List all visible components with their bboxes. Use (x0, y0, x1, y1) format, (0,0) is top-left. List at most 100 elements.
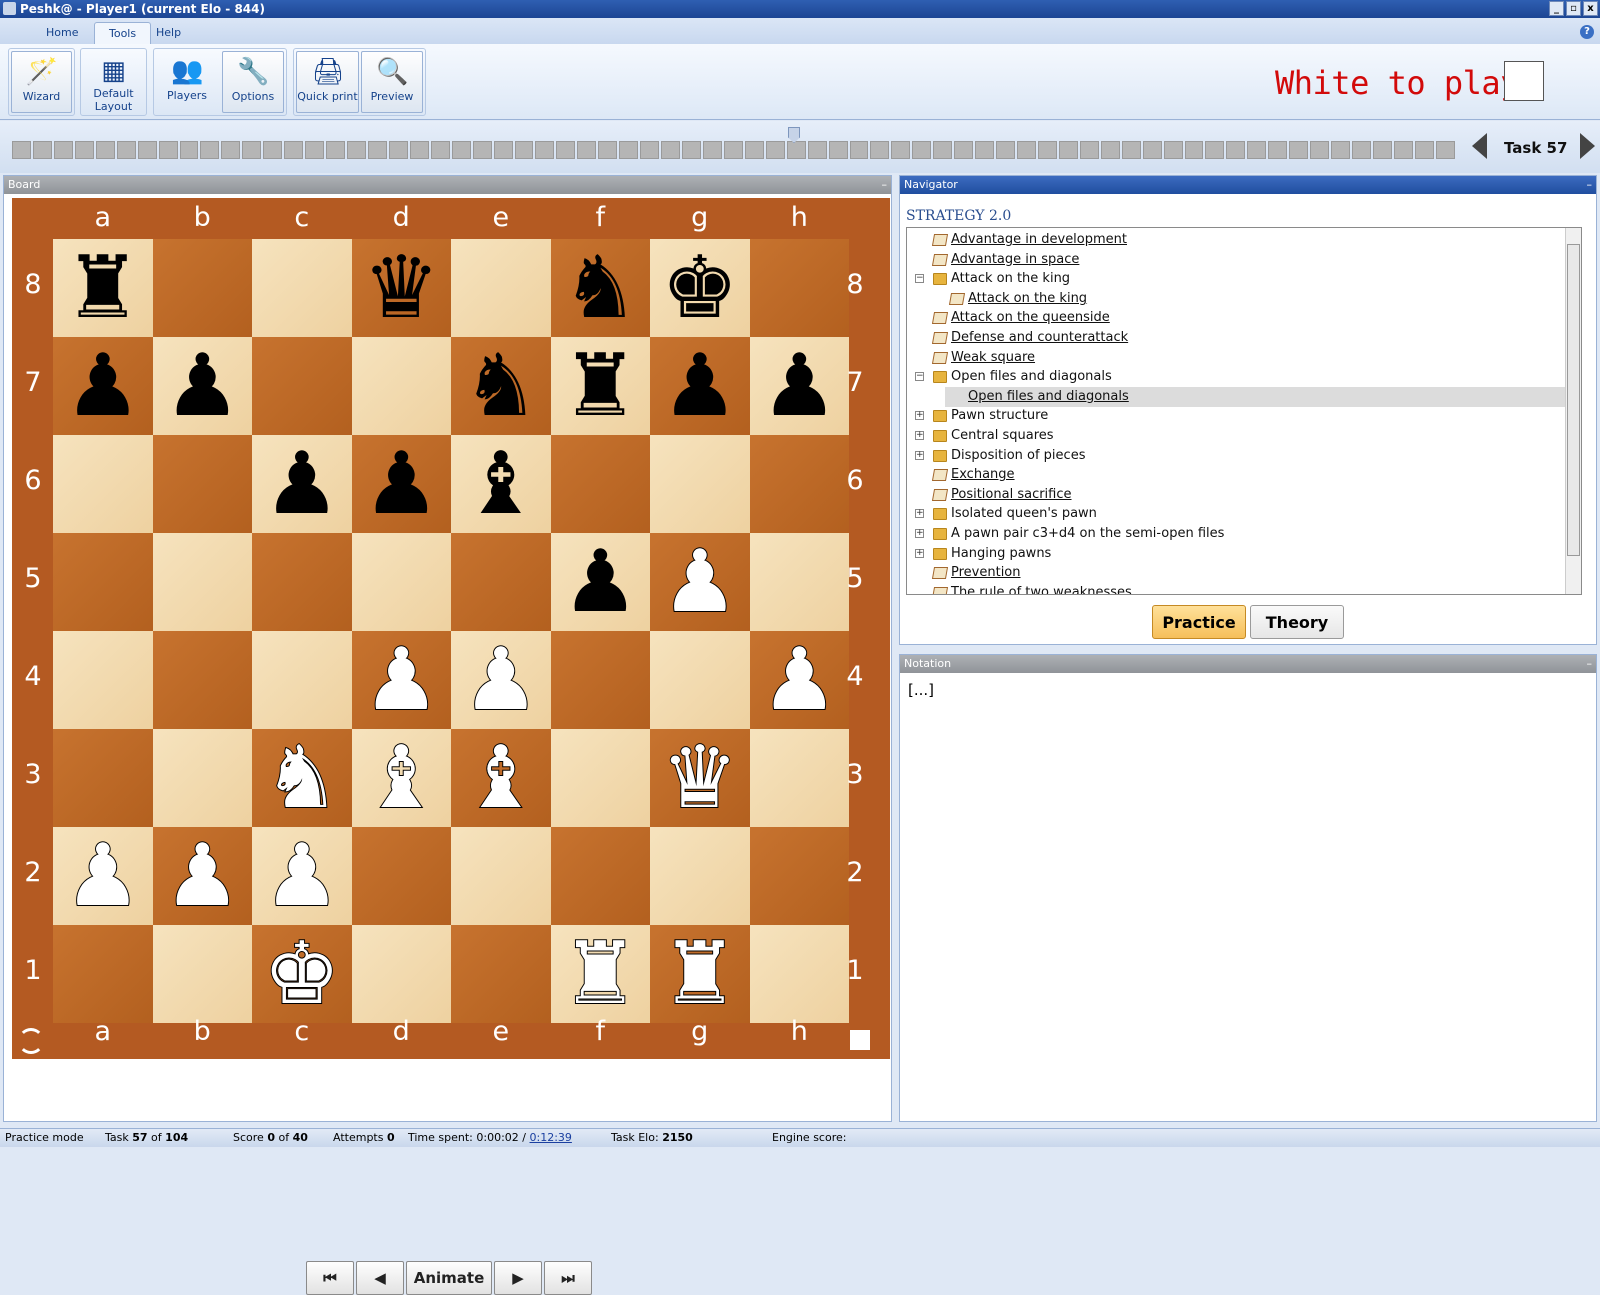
tree-item[interactable]: Attack on the king (968, 289, 1087, 309)
black-pawn-icon[interactable]: ♟ (562, 539, 639, 625)
tree-item[interactable]: Open files and diagonals (951, 367, 1112, 387)
square-g7[interactable]: ♟ (650, 337, 750, 435)
task-segment[interactable] (933, 141, 953, 159)
tree-expander-icon[interactable]: + (915, 529, 924, 538)
square-a1[interactable] (53, 925, 153, 1023)
black-rook-icon[interactable]: ♜ (64, 245, 141, 331)
task-segment[interactable] (1058, 141, 1078, 159)
square-e8[interactable] (451, 239, 551, 337)
close-button[interactable]: x (1583, 1, 1598, 16)
maximize-button[interactable]: ▫ (1566, 1, 1581, 16)
task-segment[interactable] (137, 141, 157, 159)
square-c3[interactable]: ♞ (252, 729, 352, 827)
tree-expander-icon[interactable]: + (915, 431, 924, 440)
white-pawn-icon[interactable]: ♟ (760, 636, 839, 724)
tree-expander-icon[interactable]: + (915, 450, 924, 460)
task-segment[interactable] (1163, 141, 1183, 159)
square-f1[interactable]: ♜ (550, 925, 650, 1023)
square-a4[interactable] (53, 631, 153, 729)
square-c2[interactable]: ♟ (252, 827, 352, 925)
square-c8[interactable] (252, 239, 352, 337)
task-segment[interactable] (1435, 141, 1455, 159)
task-segment[interactable] (1247, 141, 1267, 159)
task-segment[interactable] (472, 141, 492, 159)
white-bishop-icon[interactable]: ♝ (362, 734, 441, 822)
tree-expander-icon[interactable]: − (915, 274, 924, 284)
square-f5[interactable]: ♟ (550, 533, 650, 631)
square-g3[interactable]: ♛ (650, 729, 750, 827)
task-segment[interactable] (12, 141, 31, 159)
task-segment[interactable] (891, 141, 911, 159)
task-segment[interactable] (514, 141, 534, 159)
tab-home[interactable]: Home (32, 22, 92, 44)
animate-button[interactable]: Animate (406, 1261, 492, 1295)
preview-button[interactable]: 🔍 Preview (361, 51, 423, 113)
tree-scrollbar-thumb[interactable] (1567, 244, 1580, 556)
square-a3[interactable] (53, 729, 153, 827)
square-b8[interactable] (152, 239, 252, 337)
black-king-icon[interactable]: ♚ (661, 245, 738, 331)
task-segment[interactable] (912, 141, 932, 159)
task-segment[interactable] (870, 141, 890, 159)
square-d6[interactable]: ♟ (351, 435, 451, 533)
black-rook-icon[interactable]: ♜ (562, 343, 639, 429)
black-pawn-icon[interactable]: ♟ (661, 343, 738, 429)
square-g8[interactable]: ♚ (650, 239, 750, 337)
tree-item[interactable]: Weak square (951, 348, 1035, 368)
task-segment[interactable] (95, 141, 115, 159)
task-segment[interactable] (221, 141, 241, 159)
task-segment[interactable] (1100, 141, 1120, 159)
previous-task-button[interactable] (1472, 133, 1487, 159)
square-f2[interactable] (550, 827, 650, 925)
square-d7[interactable] (351, 337, 451, 435)
task-segment[interactable] (284, 141, 304, 159)
task-segment[interactable] (661, 141, 680, 159)
tree-item[interactable]: Defense and counterattack (951, 328, 1128, 348)
task-segment[interactable] (430, 141, 450, 159)
previous-move-button[interactable]: ◀ (356, 1261, 404, 1295)
task-segment[interactable] (451, 141, 471, 159)
tree-item[interactable]: Hanging pawns (951, 544, 1051, 564)
square-h7[interactable]: ♟ (749, 337, 849, 435)
square-f3[interactable] (550, 729, 650, 827)
tree-item[interactable]: Positional sacrifice (951, 485, 1072, 505)
task-segment[interactable] (849, 141, 869, 159)
black-pawn-icon[interactable]: ♟ (263, 441, 340, 527)
white-pawn-icon[interactable]: ♟ (461, 636, 540, 724)
square-h8[interactable] (749, 239, 849, 337)
task-segment[interactable] (1289, 141, 1309, 159)
square-c5[interactable] (252, 533, 352, 631)
square-g4[interactable] (650, 631, 750, 729)
first-move-button[interactable]: ⏮ (306, 1261, 354, 1295)
task-segment[interactable] (1121, 141, 1141, 159)
theory-button[interactable]: Theory (1250, 605, 1344, 639)
square-g2[interactable] (650, 827, 750, 925)
square-h6[interactable] (749, 435, 849, 533)
default-layout-button[interactable]: ▦ Default Layout (83, 51, 144, 113)
task-segment[interactable] (305, 141, 325, 159)
task-segment[interactable] (640, 141, 660, 159)
task-segment[interactable] (1331, 141, 1350, 159)
task-segment[interactable] (744, 141, 764, 159)
white-pawn-icon[interactable]: ♟ (63, 832, 142, 920)
task-segment[interactable] (1372, 141, 1392, 159)
square-e4[interactable]: ♟ (451, 631, 551, 729)
square-g6[interactable] (650, 435, 750, 533)
task-segment[interactable] (1017, 141, 1036, 159)
minimize-button[interactable]: _ (1549, 1, 1564, 16)
task-segment[interactable] (786, 141, 806, 159)
white-bishop-icon[interactable]: ♝ (461, 734, 540, 822)
square-b7[interactable]: ♟ (152, 337, 252, 435)
square-h4[interactable]: ♟ (749, 631, 849, 729)
task-segment[interactable] (347, 141, 366, 159)
task-segment[interactable] (682, 141, 701, 159)
task-segment[interactable] (1079, 141, 1099, 159)
square-h3[interactable] (749, 729, 849, 827)
white-pawn-icon[interactable]: ♟ (262, 832, 341, 920)
task-segment[interactable] (954, 141, 974, 159)
black-queen-icon[interactable]: ♛ (363, 245, 440, 331)
square-a8[interactable]: ♜ (53, 239, 153, 337)
square-a6[interactable] (53, 435, 153, 533)
tree-expander-icon[interactable]: + (915, 411, 924, 421)
task-segment[interactable] (179, 141, 199, 159)
